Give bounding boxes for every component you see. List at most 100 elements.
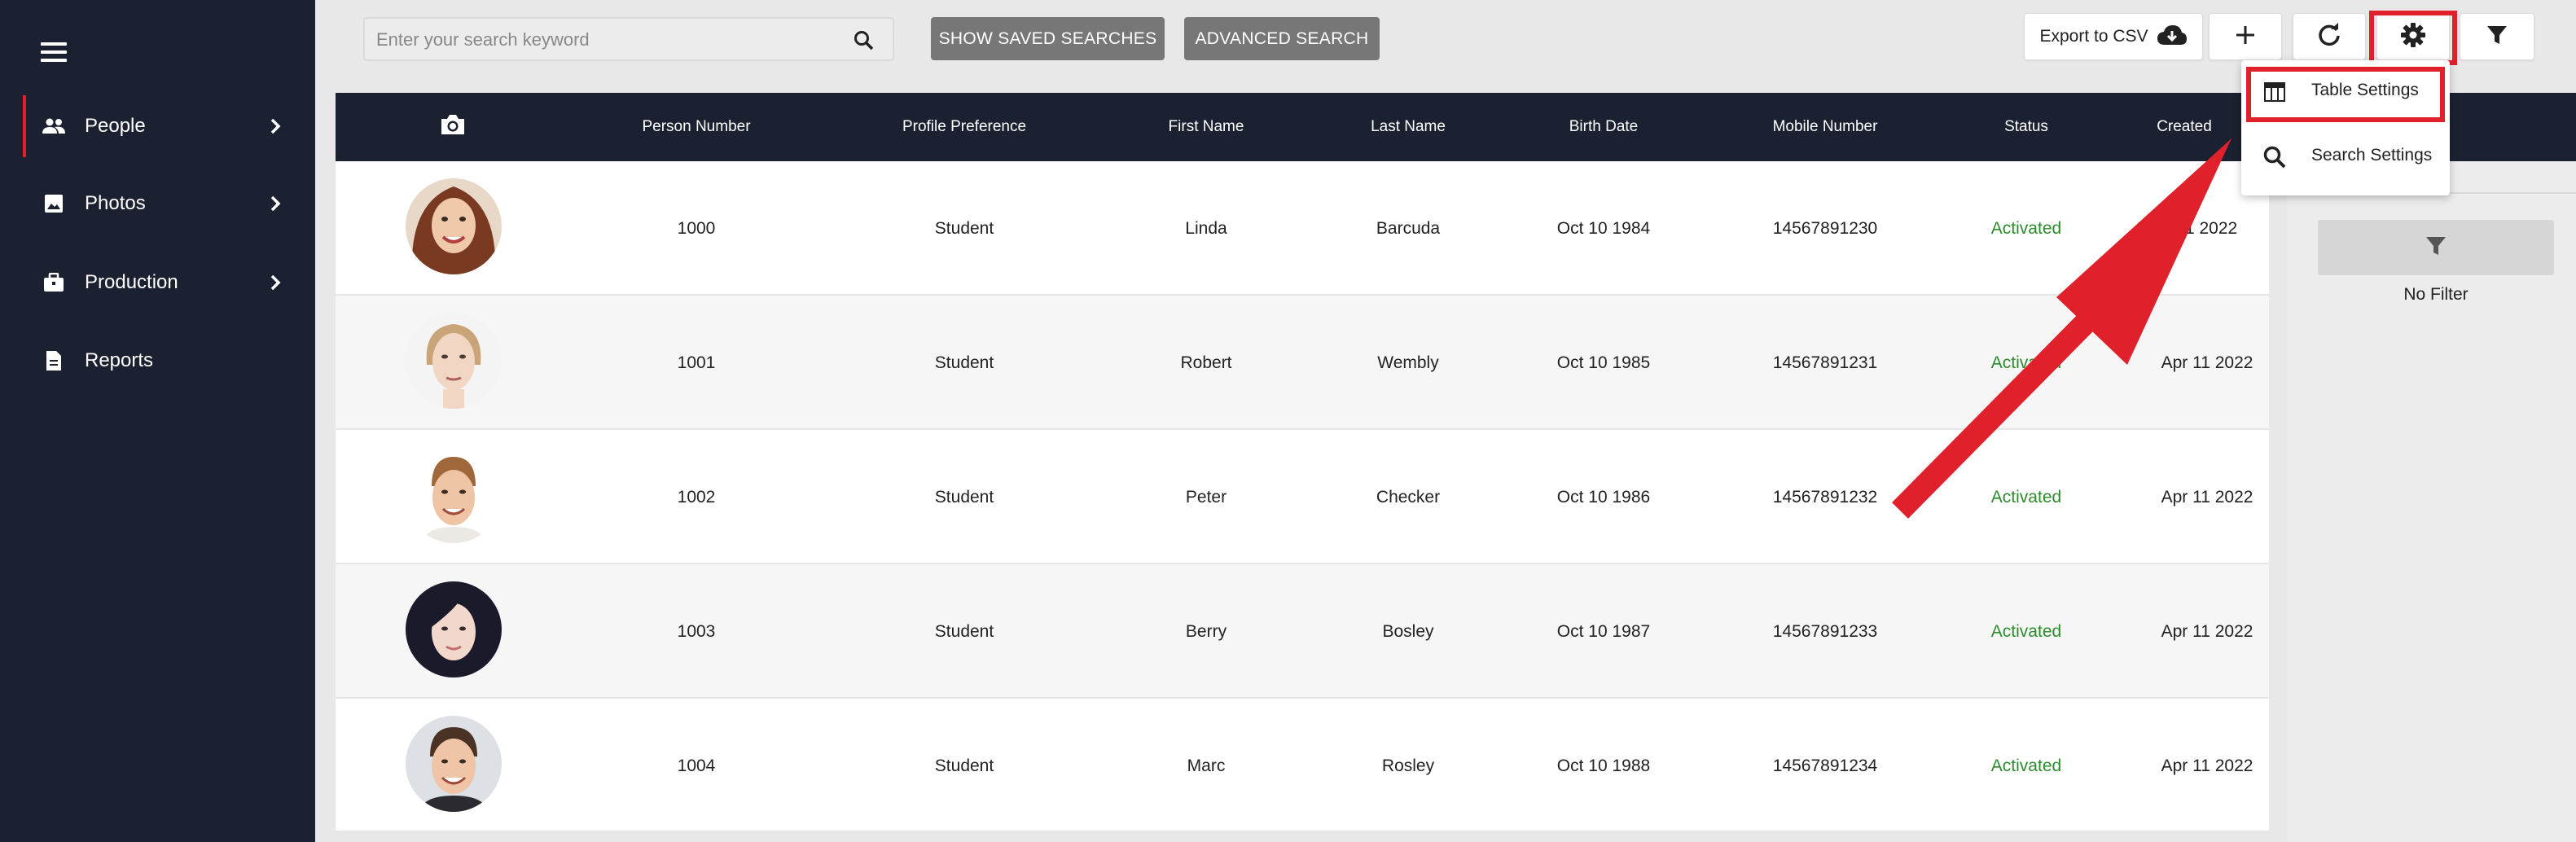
search-bar <box>363 17 894 61</box>
menu-item-search-settings[interactable]: Search Settings <box>2241 132 2450 181</box>
filter-panel: No Filter <box>2287 93 2576 842</box>
avatar <box>406 313 502 409</box>
show-saved-searches-button[interactable]: SHOW SAVED SEARCHES <box>931 17 1165 60</box>
menu-item-label: Search Settings <box>2311 146 2433 164</box>
sidebar-item-label: Production <box>85 271 178 293</box>
cell-profile-preference: Student <box>934 756 994 775</box>
settings-dropdown-menu: Table Settings Search Settings <box>2241 60 2450 195</box>
cell-status: Activated <box>1990 487 2062 507</box>
cell-status: Activated <box>1990 756 2062 775</box>
cell-first-name: Robert <box>1180 353 1232 372</box>
table-header: Person Number Profile Preference First N… <box>336 93 2269 161</box>
cell-profile-preference: Student <box>934 353 994 372</box>
search-icon[interactable] <box>854 30 875 51</box>
search-icon <box>2262 145 2287 169</box>
cell-first-name: Berry <box>1185 621 1227 641</box>
cell-birth-date: Oct 10 1987 <box>1556 621 1651 641</box>
avatar <box>406 581 502 678</box>
people-table: Person Number Profile Preference First N… <box>336 93 2269 833</box>
cell-birth-date: Oct 10 1988 <box>1556 756 1651 775</box>
cell-birth-date: Oct 10 1984 <box>1556 218 1651 238</box>
column-header-created[interactable]: Created <box>2157 93 2212 161</box>
column-header-mobile-number[interactable]: Mobile Number <box>1773 93 1878 161</box>
table-row[interactable]: 1001 Student Robert Wembly Oct 10 1985 1… <box>336 296 2269 430</box>
sidebar-item-label: Photos <box>85 192 146 214</box>
avatar <box>406 447 502 543</box>
cell-person-number: 1004 <box>677 756 716 775</box>
column-header-status[interactable]: Status <box>2004 93 2048 161</box>
cell-last-name: Bosley <box>1382 621 1434 641</box>
cell-profile-preference: Student <box>934 621 994 641</box>
sidebar-item-photos[interactable]: Photos <box>0 173 315 235</box>
table-row[interactable]: 1004 Student Marc Rosley Oct 10 1988 145… <box>336 699 2269 833</box>
cell-birth-date: Oct 10 1985 <box>1556 353 1651 372</box>
photo-column-header <box>440 93 466 161</box>
column-header-last-name[interactable]: Last Name <box>1371 93 1446 161</box>
cell-person-number: 1000 <box>677 218 716 238</box>
settings-highlight-box <box>2369 11 2457 65</box>
filter-box[interactable] <box>2318 220 2554 275</box>
sidebar-item-label: Reports <box>85 349 154 371</box>
table-row[interactable]: 1002 Student Peter Checker Oct 10 1986 1… <box>336 430 2269 564</box>
cell-mobile-number: 14567891233 <box>1772 621 1878 641</box>
cell-status: Activated <box>1990 353 2062 372</box>
cell-mobile-number: 14567891234 <box>1772 756 1878 775</box>
avatar <box>406 178 502 274</box>
menu-icon[interactable] <box>41 42 67 62</box>
avatar <box>406 716 502 812</box>
column-header-profile-preference[interactable]: Profile Preference <box>902 93 1026 161</box>
people-icon <box>42 115 65 138</box>
cell-last-name: Checker <box>1376 487 1441 507</box>
sidebar-item-reports[interactable]: Reports <box>0 330 315 392</box>
sidebar-item-label: People <box>85 115 146 137</box>
cell-last-name: Wembly <box>1377 353 1439 372</box>
sidebar-item-people[interactable]: People <box>0 95 315 157</box>
chevron-right-icon <box>265 273 285 292</box>
column-header-person-number[interactable]: Person Number <box>642 93 750 161</box>
document-icon <box>42 349 65 372</box>
cell-person-number: 1001 <box>677 353 716 372</box>
no-filter-label: No Filter <box>2403 285 2468 304</box>
column-header-birth-date[interactable]: Birth Date <box>1569 93 1638 161</box>
search-input[interactable] <box>376 27 832 53</box>
cell-created: Apr 11 2022 <box>2161 353 2253 372</box>
table-row[interactable]: 1003 Student Berry Bosley Oct 10 1987 14… <box>336 564 2269 699</box>
export-csv-button[interactable]: Export to CSV <box>2024 13 2203 60</box>
cell-status: Activated <box>1990 621 2062 641</box>
sidebar: People Photos Production Reports <box>0 0 315 842</box>
cell-person-number: 1002 <box>677 487 716 507</box>
plus-icon <box>2235 24 2256 50</box>
cell-profile-preference: Student <box>934 487 994 507</box>
advanced-search-button[interactable]: ADVANCED SEARCH <box>1184 17 1380 60</box>
cell-first-name: Peter <box>1185 487 1227 507</box>
refresh-icon <box>2317 22 2341 51</box>
cell-birth-date: Oct 10 1986 <box>1556 487 1651 507</box>
camera-icon <box>440 113 466 141</box>
refresh-button[interactable] <box>2293 13 2366 60</box>
cell-created: Apr 11 2022 <box>2161 756 2253 775</box>
photo-icon <box>42 192 65 215</box>
funnel-icon <box>2425 235 2447 261</box>
cell-person-number: 1003 <box>677 621 716 641</box>
filter-button[interactable] <box>2460 13 2534 60</box>
cell-created: 11 2022 <box>2176 218 2238 238</box>
cell-last-name: Rosley <box>1381 756 1435 775</box>
cell-first-name: Marc <box>1187 756 1226 775</box>
column-header-first-name[interactable]: First Name <box>1169 93 1244 161</box>
cell-status: Activated <box>1990 218 2062 238</box>
sidebar-item-production[interactable]: Production <box>0 252 315 314</box>
export-csv-label: Export to CSV <box>2039 27 2148 46</box>
cell-first-name: Linda <box>1185 218 1227 238</box>
table-settings-highlight-box <box>2246 67 2445 122</box>
chevron-right-icon <box>265 116 285 136</box>
add-button[interactable] <box>2209 13 2282 60</box>
cell-mobile-number: 14567891230 <box>1772 218 1878 238</box>
funnel-icon <box>2486 24 2508 50</box>
cloud-download-icon <box>2157 24 2188 50</box>
cell-profile-preference: Student <box>934 218 994 238</box>
table-row[interactable]: 1000 Student Linda Barcuda Oct 10 1984 1… <box>336 161 2269 296</box>
cell-created: Apr 11 2022 <box>2161 621 2253 641</box>
cell-mobile-number: 14567891232 <box>1772 487 1878 507</box>
cell-mobile-number: 14567891231 <box>1772 353 1878 372</box>
cell-last-name: Barcuda <box>1376 218 1441 238</box>
